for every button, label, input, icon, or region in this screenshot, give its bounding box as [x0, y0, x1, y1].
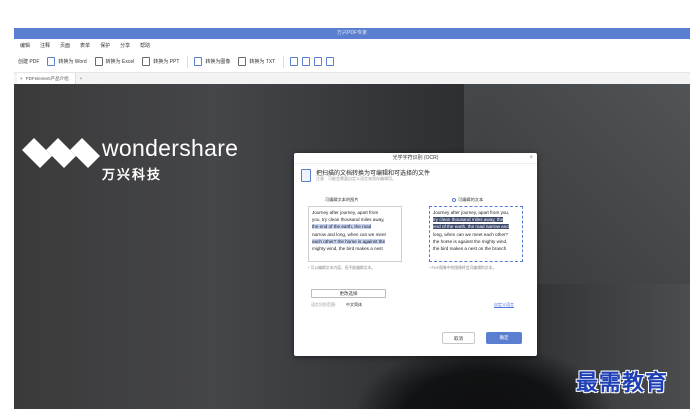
convert-excel-icon [94, 57, 103, 66]
convert-txt-label: 转换为 TXT [249, 59, 276, 65]
convert-image-icon [194, 57, 203, 66]
page-tool-icon-2[interactable] [302, 57, 311, 66]
convert-excel-label: 转换为 Excel [105, 59, 135, 65]
tab-close-icon[interactable]: × [20, 76, 23, 81]
menu-item-protect[interactable]: 保护 [100, 42, 110, 49]
preview-line-text: the end of the earth, the road [312, 224, 372, 230]
convert-image-label: 转换为图像 [205, 59, 231, 65]
brand-name-cn: 万兴科技 [102, 167, 163, 182]
tab-label: PDFelement产品介绍 [25, 75, 69, 81]
convert-ppt-icon [142, 57, 151, 66]
option-editable-text[interactable]: 可编辑的文本 [452, 197, 483, 203]
dialog-title: 光学字符识别 (OCR) [294, 153, 537, 164]
change-selection-button[interactable]: 更改选择 [311, 289, 386, 298]
menu-item-page[interactable]: 页面 [60, 42, 70, 49]
right-panel-note: * PDF图像中的图像将会可编辑和文本。 [429, 266, 497, 270]
convert-excel-button[interactable]: 转换为 Excel [94, 57, 135, 66]
toolbar: 创建 PDF 转换为 Word 转换为 Excel 转换为 PPT 转换为图像 … [14, 51, 690, 73]
preview-line: Journey after journey, apart from [312, 210, 379, 215]
option-image-label: 可编辑文本的图片 [325, 197, 359, 202]
toolbar-divider [187, 55, 189, 68]
preview-line: mighty wind, the bird makes a nest [312, 246, 383, 252]
language-label: 语言识别范围: [311, 302, 337, 307]
convert-ppt-label: 转换为 PPT [153, 59, 180, 65]
convert-txt-button[interactable]: 转换为 TXT [238, 57, 275, 66]
preview-line-text: try clean thousand miles away, the [433, 217, 504, 223]
page-tool-icon-3[interactable] [314, 57, 323, 66]
preview-line-text: each other? the horse is against the [312, 238, 386, 244]
menu-item-comment[interactable]: 注释 [40, 42, 50, 49]
convert-txt-icon [238, 57, 247, 66]
toolbar-divider [283, 55, 285, 68]
preview-line: end of the earth, the road narrow and [433, 223, 519, 230]
create-pdf-button[interactable]: 创建 PDF [18, 58, 39, 65]
preview-line: the horse is against the mighty wind, [433, 238, 508, 244]
cancel-button[interactable]: 取消 [442, 332, 475, 344]
convert-word-icon [47, 57, 56, 66]
new-tab-icon[interactable]: + [80, 76, 83, 81]
convert-ppt-button[interactable]: 转换为 PPT [142, 57, 179, 66]
preview-line: narrow and long, when can we meet [312, 231, 386, 237]
menu-item-form[interactable]: 表单 [80, 42, 90, 49]
custom-language-link[interactable]: 自定义语言 [494, 302, 514, 308]
convert-word-button[interactable]: 转换为 Word [47, 57, 87, 66]
preview-line: long, when can we meet each other? [433, 231, 509, 237]
ok-button[interactable]: 确定 [486, 332, 522, 344]
preview-line: the end of the earth, the road [312, 223, 398, 230]
menu-bar: 编辑 注释 页面 表单 保护 分享 帮助 [14, 39, 690, 51]
preview-text-panel: Journey after journey, apart from you, t… [429, 206, 523, 262]
page-tool-buttons [290, 57, 335, 66]
convert-word-label: 转换为 Word [58, 59, 87, 65]
app-window: 万兴PDF专家 编辑 注释 页面 表单 保护 分享 帮助 创建 PDF 转换为 … [14, 28, 690, 409]
option-text-label: 可编辑的文本 [458, 197, 484, 202]
preview-line: try clean thousand miles away, the [433, 216, 519, 223]
preview-line: you, try clean thousand miles away, [312, 217, 385, 223]
preview-line-text: end of the earth, the road narrow and [433, 224, 509, 230]
create-pdf-label: 创建 PDF [18, 59, 40, 65]
language-value[interactable]: 中文简体 [346, 302, 362, 308]
preview-image-panel: Journey after journey, apart from you, t… [308, 206, 402, 262]
left-panel-note: * 可以编辑文本内容，但不能编辑文本。 [308, 266, 376, 270]
preview-line: Journey after journey, apart from you, [433, 210, 510, 215]
page-tool-icon-4[interactable] [326, 57, 335, 66]
watermark: 最需教育 [576, 370, 669, 396]
wondershare-logo-icon [22, 138, 100, 168]
preview-line: each other? the horse is against the [312, 238, 398, 245]
option-image-editable[interactable]: 可编辑文本的图片 [325, 197, 359, 203]
close-icon[interactable]: × [529, 155, 533, 161]
ocr-dialog: 光学字符识别 (OCR) × 把扫描的文档转换为可编辑和可选择的文件 注意：可能… [294, 153, 537, 356]
menu-item-share[interactable]: 分享 [120, 42, 130, 49]
title-bar: 万兴PDF专家 [14, 28, 690, 39]
convert-image-button[interactable]: 转换为图像 [194, 57, 230, 66]
page-tool-icon-1[interactable] [290, 57, 299, 66]
menu-item-edit[interactable]: 编辑 [20, 42, 30, 49]
brand-name: wondershare [102, 135, 239, 161]
preview-line: the bird makes a nest on the branch [433, 246, 507, 252]
document-view: wondershare 万兴科技 光学字符识别 (OCR) × 把扫描的文档转换… [14, 84, 690, 409]
dialog-subheading: 注意：可能会需要自定义语言来保存编辑用。 [316, 176, 396, 181]
window-title: 万兴PDF专家 [336, 30, 367, 36]
document-scan-icon [301, 169, 311, 182]
document-tab[interactable]: × PDFelement产品介绍 [17, 73, 76, 84]
tab-bar: × PDFelement产品介绍 + [14, 73, 690, 84]
radio-selected-icon [452, 197, 456, 202]
menu-item-help[interactable]: 帮助 [140, 42, 150, 49]
